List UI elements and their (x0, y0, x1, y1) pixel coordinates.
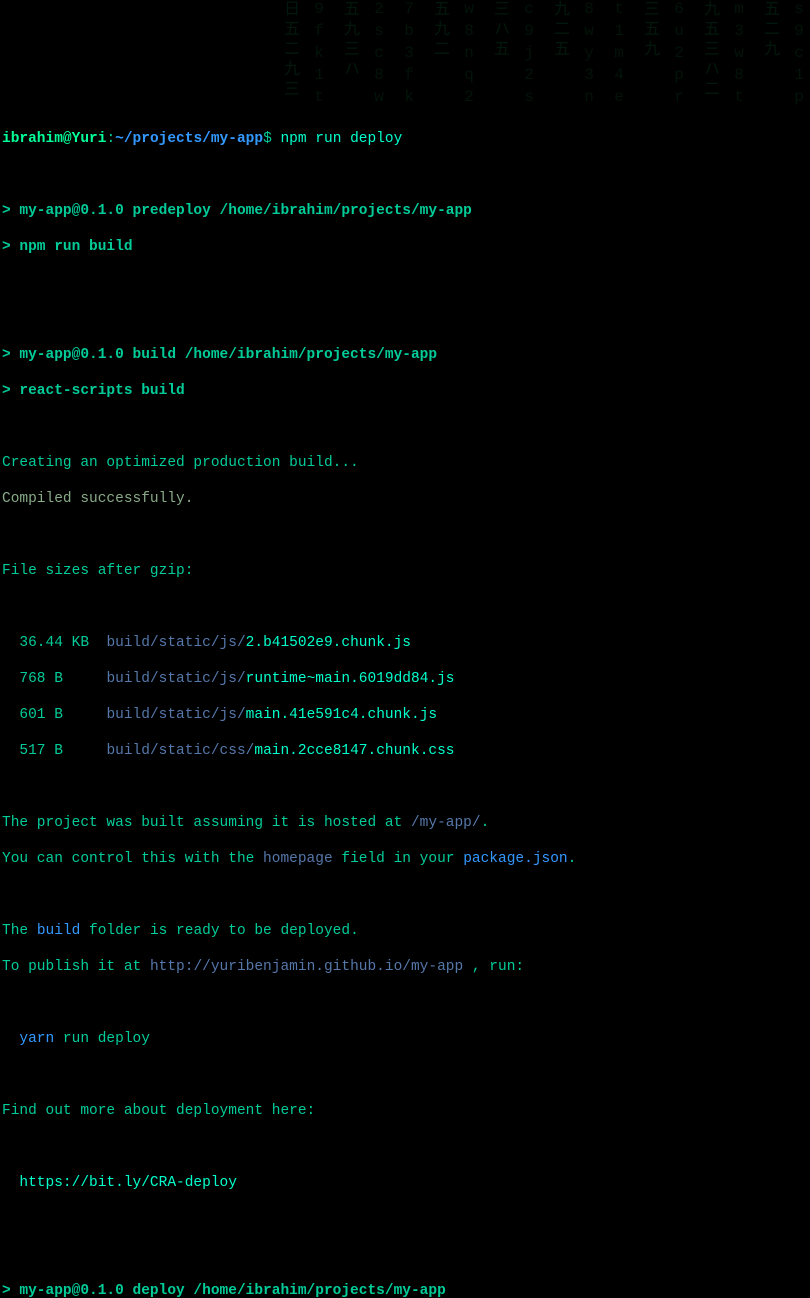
deploy-header: > my-app@0.1.0 deploy /home/ibrahim/proj… (2, 1282, 808, 1298)
find-more: Find out more about deployment here: (2, 1102, 808, 1120)
predeploy-cmd: > npm run build (2, 238, 808, 256)
build-header: > my-app@0.1.0 build /home/ibrahim/proje… (2, 346, 808, 364)
terminal-output: ibrahim@Yuri:~/projects/my-app$ npm run … (2, 112, 808, 1298)
hosted-line: The project was built assuming it is hos… (2, 814, 808, 832)
file-row: 768 B build/static/js/runtime~main.6019d… (2, 670, 808, 688)
command-input[interactable]: npm run deploy (280, 131, 402, 147)
prompt-host: Yuri (72, 131, 107, 147)
prompt-symbol: $ (263, 131, 272, 147)
yarn-line: yarn run deploy (2, 1030, 808, 1048)
build-cmd: > react-scripts build (2, 382, 808, 400)
cra-link: https://bit.ly/CRA-deploy (2, 1174, 808, 1192)
build-folder-line: The build folder is ready to be deployed… (2, 922, 808, 940)
publish-line: To publish it at http://yuribenjamin.git… (2, 958, 808, 976)
creating-build: Creating an optimized production build..… (2, 454, 808, 472)
compiled-success: Compiled successfully. (2, 490, 808, 508)
control-line: You can control this with the homepage f… (2, 850, 808, 868)
predeploy-header: > my-app@0.1.0 predeploy /home/ibrahim/p… (2, 202, 808, 220)
prompt-user: ibrahim (2, 131, 63, 147)
prompt-path: ~/projects/my-app (115, 131, 263, 147)
file-row: 36.44 KB build/static/js/2.b41502e9.chun… (2, 634, 808, 652)
prompt-line[interactable]: ibrahim@Yuri:~/projects/my-app$ npm run … (2, 130, 808, 148)
sizes-header: File sizes after gzip: (2, 562, 808, 580)
file-row: 601 B build/static/js/main.41e591c4.chun… (2, 706, 808, 724)
file-row: 517 B build/static/css/main.2cce8147.chu… (2, 742, 808, 760)
